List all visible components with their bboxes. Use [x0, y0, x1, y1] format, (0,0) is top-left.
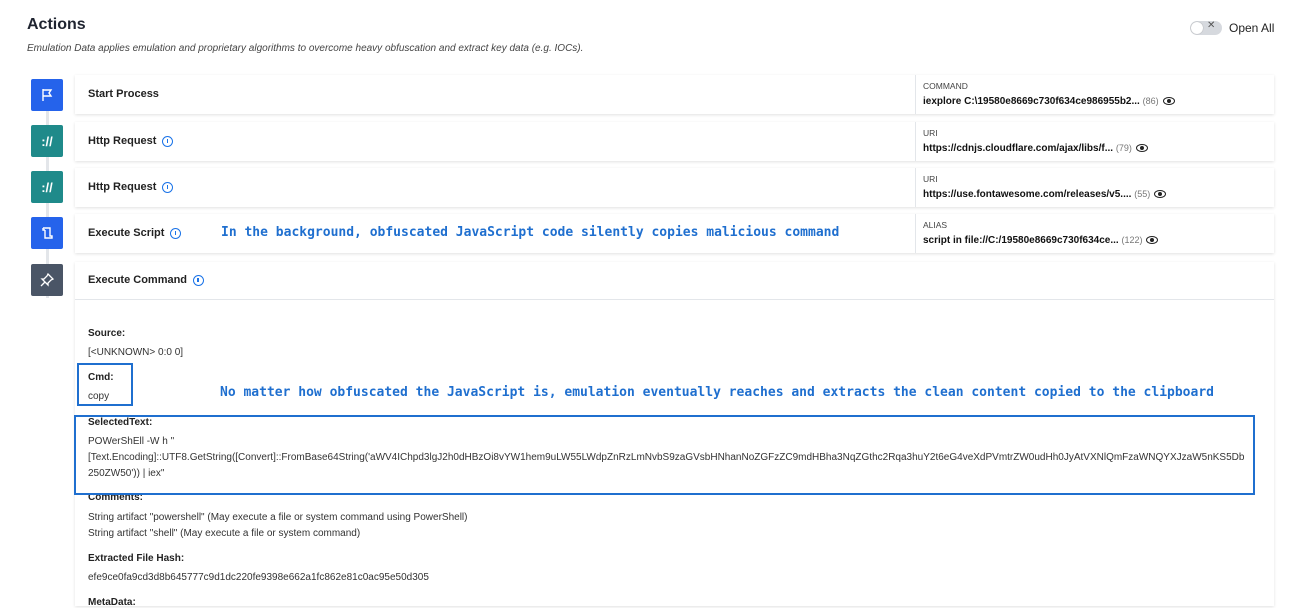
execute-command-header[interactable]: Execute Command [75, 262, 1274, 300]
hash-label: Extracted File Hash: [88, 553, 185, 564]
web-link-icon[interactable]: :// [31, 171, 63, 203]
detail-value: script in file://C:/19580e8669c730f634ce… [923, 235, 1119, 246]
cmd-highlight-box [77, 363, 133, 406]
open-all-toggle[interactable]: ✕ Open All [1190, 20, 1275, 35]
info-icon[interactable] [170, 227, 182, 239]
detail-count: (79) [1115, 143, 1132, 153]
action-row-start-process[interactable]: Start Process COMMAND iexplore C:\19580e… [75, 75, 1274, 114]
detail-count: (86) [1142, 96, 1159, 106]
action-detail: URI https://use.fontawesome.com/releases… [915, 168, 1167, 207]
info-icon[interactable] [193, 274, 205, 286]
action-label: Execute Script [88, 227, 165, 239]
action-row-http-request[interactable]: Http Request URI https://cdnjs.cloudflar… [75, 122, 1274, 161]
detail-value: https://cdnjs.cloudflare.com/ajax/libs/f… [923, 143, 1114, 154]
close-icon: ✕ [1207, 20, 1216, 31]
annotation-script-note: In the background, obfuscated JavaScript… [221, 225, 840, 240]
detail-key: URI [923, 128, 938, 138]
action-detail: URI https://cdnjs.cloudflare.com/ajax/li… [915, 122, 1148, 161]
detail-count: (122) [1121, 235, 1143, 245]
detail-count: (55) [1134, 189, 1151, 199]
detail-key: COMMAND [923, 81, 968, 91]
info-icon[interactable] [162, 181, 174, 193]
toggle-label: Open All [1229, 21, 1275, 35]
detail-value: https://use.fontawesome.com/releases/v5.… [923, 189, 1132, 200]
comment-item: String artifact "powershell" (May execut… [88, 512, 468, 523]
eye-icon[interactable] [1135, 144, 1148, 153]
detail-key: ALIAS [923, 220, 948, 230]
action-label: Start Process [88, 88, 159, 100]
annotation-emulation-note: No matter how obfuscated the JavaScript … [220, 385, 1214, 400]
info-icon[interactable] [162, 135, 174, 147]
script-icon[interactable] [31, 217, 63, 249]
selected-text-highlight-box [74, 415, 1255, 495]
action-detail: ALIAS script in file://C:/19580e8669c730… [915, 214, 1159, 253]
comment-item: String artifact "shell" (May execute a f… [88, 528, 361, 539]
flag-icon[interactable] [31, 79, 63, 111]
page-subtitle: Emulation Data applies emulation and pro… [27, 43, 584, 54]
action-row-http-request[interactable]: Http Request URI https://use.fontawesome… [75, 168, 1274, 207]
pin-icon[interactable] [31, 264, 63, 296]
detail-key: URI [923, 174, 938, 184]
eye-icon[interactable] [1146, 236, 1159, 245]
eye-icon[interactable] [1154, 190, 1167, 199]
action-label: Http Request [88, 181, 157, 193]
source-label: Source: [88, 328, 126, 339]
action-label: Execute Command [88, 274, 188, 286]
eye-icon[interactable] [1162, 97, 1175, 106]
action-detail: COMMAND iexplore C:\19580e8669c730f634ce… [915, 75, 1175, 114]
source-value: [<UNKNOWN> 0:0 0] [88, 347, 184, 358]
web-link-icon[interactable]: :// [31, 125, 63, 157]
hash-value: efe9ce0fa9cd3d8b645777c9d1dc220fe9398e66… [88, 572, 429, 583]
action-label: Http Request [88, 135, 157, 147]
page-title: Actions [27, 16, 86, 33]
toggle-switch[interactable]: ✕ [1190, 20, 1222, 35]
metadata-label: MetaData: [88, 597, 136, 608]
detail-value: iexplore C:\19580e8669c730f634ce986955b2… [923, 96, 1140, 107]
